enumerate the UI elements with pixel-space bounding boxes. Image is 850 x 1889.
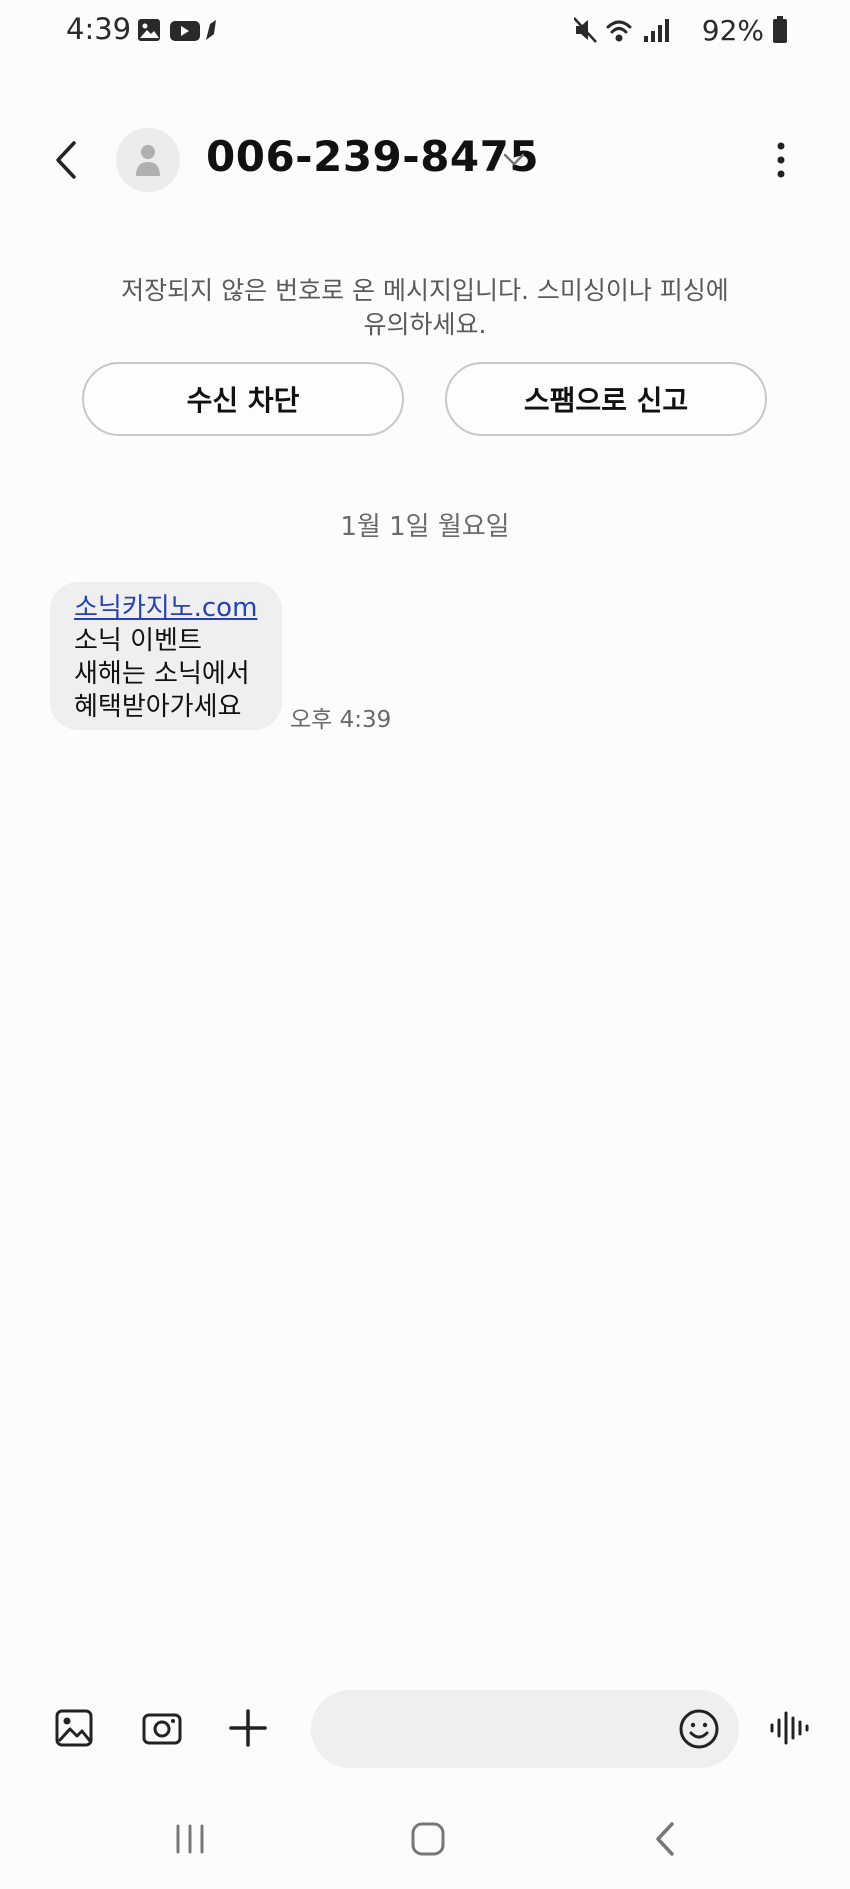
mute-icon bbox=[573, 17, 597, 43]
status-icons-right: 92% bbox=[573, 13, 788, 47]
date-separator: 1월 1일 월요일 bbox=[340, 512, 510, 542]
signal-icon bbox=[643, 19, 669, 42]
gallery-icon bbox=[138, 19, 160, 41]
app-notification-icon bbox=[206, 20, 216, 40]
emoji-icon bbox=[679, 1709, 719, 1749]
compose-bar bbox=[0, 1690, 850, 1770]
block-number-button[interactable]: 수신 차단 bbox=[82, 362, 404, 436]
message-line: 혜택받아가세요 bbox=[74, 692, 242, 722]
system-back-button[interactable] bbox=[636, 1814, 696, 1864]
unknown-sender-warning: 저장되지 않은 번호로 온 메시지입니다. 스미싱이나 피싱에 유의하세요. bbox=[80, 274, 770, 342]
message-timestamp: 오후 4:39 bbox=[290, 707, 392, 733]
warning-line-2: 유의하세요. bbox=[363, 310, 487, 339]
voice-record-button[interactable] bbox=[764, 1702, 816, 1754]
more-options-button[interactable] bbox=[766, 134, 796, 186]
recent-apps-button[interactable] bbox=[160, 1814, 220, 1864]
system-navigation-bar bbox=[0, 1800, 850, 1880]
gallery-button[interactable] bbox=[48, 1702, 100, 1754]
message-line: 소닉 이벤트 bbox=[74, 626, 202, 656]
camera-icon bbox=[142, 1713, 182, 1745]
back-arrow-icon bbox=[56, 141, 76, 179]
status-bar: 4:39 92% bbox=[0, 0, 850, 62]
wifi-icon bbox=[606, 20, 632, 42]
person-icon bbox=[136, 145, 160, 176]
status-time: 4:39 bbox=[66, 12, 132, 46]
waveform-icon bbox=[770, 1711, 809, 1745]
emoji-button[interactable] bbox=[674, 1704, 724, 1754]
more-vertical-icon bbox=[777, 142, 785, 178]
home-button[interactable] bbox=[398, 1814, 458, 1864]
image-icon bbox=[55, 1709, 93, 1747]
camera-button[interactable] bbox=[136, 1702, 188, 1754]
report-spam-button[interactable]: 스팸으로 신고 bbox=[445, 362, 767, 436]
warning-line-1: 저장되지 않은 번호로 온 메시지입니다. 스미싱이나 피싱에 bbox=[121, 276, 729, 305]
message-bubble[interactable]: 소닉카지노.com 소닉 이벤트 새해는 소닉에서 혜택받아가세요 bbox=[50, 582, 282, 730]
conversation-header: 006-239-8475 bbox=[0, 110, 850, 210]
chevron-down-icon[interactable] bbox=[500, 146, 528, 174]
message-link[interactable]: 소닉카지노.com bbox=[74, 592, 258, 625]
recent-apps-icon bbox=[176, 1824, 204, 1854]
back-icon bbox=[656, 1822, 674, 1856]
home-icon bbox=[411, 1822, 445, 1856]
attach-button[interactable] bbox=[222, 1702, 274, 1754]
avatar[interactable] bbox=[116, 128, 180, 192]
contact-number[interactable]: 006-239-8475 bbox=[206, 132, 539, 181]
battery-icon bbox=[773, 16, 787, 43]
battery-percent: 92% bbox=[701, 13, 764, 47]
plus-icon bbox=[229, 1709, 267, 1747]
message-line: 새해는 소닉에서 bbox=[74, 659, 250, 689]
youtube-icon bbox=[170, 21, 200, 41]
status-icons-left bbox=[136, 16, 216, 46]
back-button[interactable] bbox=[44, 130, 88, 190]
